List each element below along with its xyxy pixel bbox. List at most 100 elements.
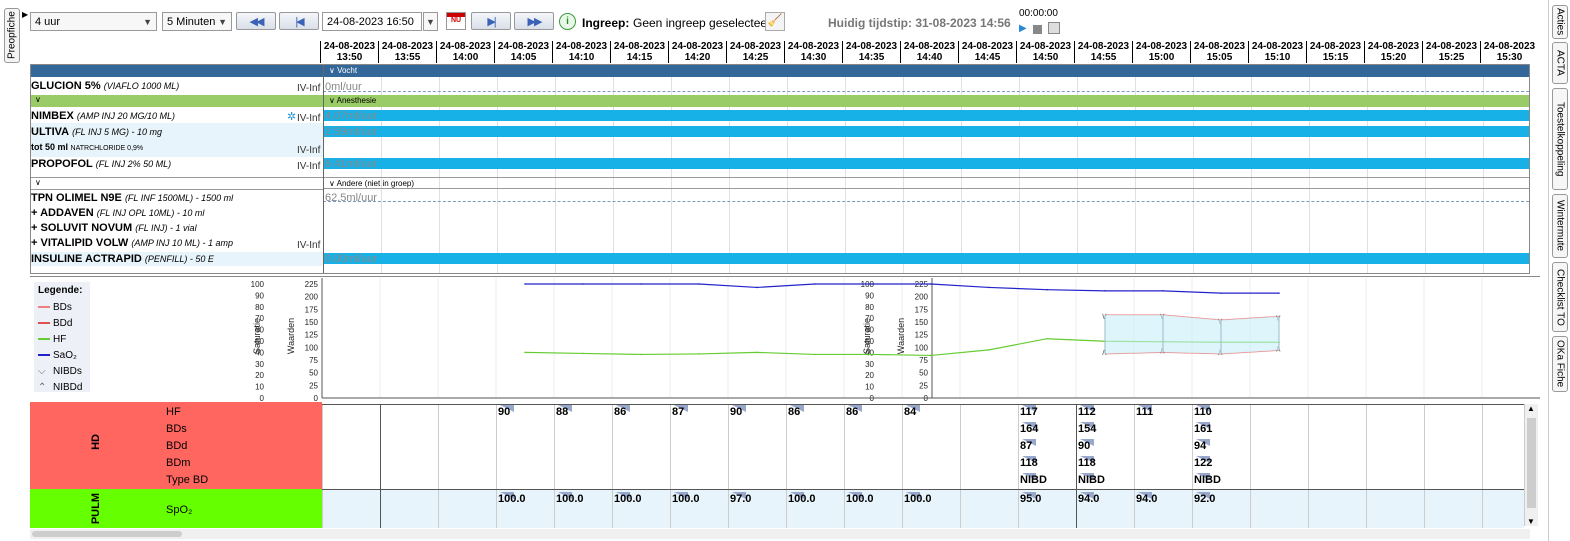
med-addaven[interactable]: + ADDAVEN (FL INJ OPL 10ML) - 10 ml (31, 207, 323, 219)
time-column-header[interactable]: 24-08-2023 14:10 (552, 41, 610, 63)
med-nimbex[interactable]: NIMBEX (AMP INJ 20 MG/10 ML) (31, 110, 323, 122)
table-cell[interactable]: 111 (1136, 406, 1153, 418)
table-cell[interactable]: 118 (1078, 457, 1096, 469)
time-column-header[interactable]: 24-08-2023 14:30 (784, 41, 842, 63)
table-cell[interactable]: 88 (556, 406, 568, 418)
group-header-andere[interactable]: ∨ Andere (niet in groep) (323, 177, 1529, 189)
table-cell[interactable]: NIBD (1020, 474, 1047, 486)
table-cell[interactable]: 164 (1020, 423, 1038, 435)
datetime-dropdown[interactable]: ▼ (423, 12, 438, 31)
med-insuline[interactable]: INSULINE ACTRAPID (PENFILL) - 50 E (31, 253, 323, 265)
time-column-header[interactable]: 24-08-2023 14:45 (958, 41, 1016, 63)
right-tab[interactable]: Wintermute (1552, 194, 1568, 258)
time-column-header[interactable]: 24-08-2023 15:10 (1248, 41, 1306, 63)
first-button[interactable]: |◀ (279, 12, 319, 30)
time-column-header[interactable]: 24-08-2023 14:20 (668, 41, 726, 63)
group-header-anesthesie[interactable]: ∨ Anesthesie (323, 95, 1529, 107)
table-cell[interactable]: 100.0 (672, 493, 700, 505)
time-column-header[interactable]: 24-08-2023 14:25 (726, 41, 784, 63)
table-cell[interactable]: 94 (1194, 440, 1206, 452)
time-column-header[interactable]: 24-08-2023 14:40 (900, 41, 958, 63)
med-vitalipid[interactable]: + VITALIPID VOLW (AMP INJ 10 ML) - 1 amp (31, 237, 323, 249)
right-tab[interactable]: Checklist TO (1552, 262, 1568, 332)
datetime-input[interactable]: 24-08-2023 16:50 (322, 12, 422, 31)
time-column-header[interactable]: 24-08-2023 14:50 (1016, 41, 1074, 63)
horizontal-scrollbar[interactable] (30, 529, 1530, 539)
last-button[interactable]: ▶| (471, 12, 511, 30)
rewind-button[interactable]: ◀◀ (236, 12, 276, 30)
table-cell[interactable]: 87 (672, 406, 684, 418)
right-tab[interactable]: Acties (1552, 5, 1568, 39)
table-cell[interactable]: 84 (904, 406, 916, 418)
time-column-header[interactable]: 24-08-2023 14:00 (436, 41, 494, 63)
table-cell[interactable]: 95.0 (1020, 493, 1041, 505)
medication-panel: ∨ Vocht GLUCION 5% (VIAFLO 1000 ML) IV-I… (30, 64, 1530, 274)
info-icon[interactable]: i (559, 13, 576, 30)
right-tab[interactable]: Toestelkoppeling (1552, 88, 1568, 190)
table-cell[interactable]: NIBD (1078, 474, 1105, 486)
right-tab[interactable]: OKa Fiche (1552, 336, 1568, 392)
time-column-header[interactable]: 24-08-2023 13:50 (320, 41, 378, 63)
table-cell[interactable]: 118 (1020, 457, 1038, 469)
table-cell[interactable]: 90 (730, 406, 742, 418)
time-column-header[interactable]: 24-08-2023 15:00 (1132, 41, 1190, 63)
time-column-header[interactable]: 24-08-2023 13:55 (378, 41, 436, 63)
table-cell[interactable]: 100.0 (614, 493, 642, 505)
table-cell[interactable]: 87 (1020, 440, 1032, 452)
scrollbar-thumb[interactable] (1527, 418, 1536, 508)
table-cell[interactable]: 100.0 (846, 493, 874, 505)
table-cell[interactable]: 100.0 (788, 493, 816, 505)
table-cell[interactable]: 117 (1020, 406, 1038, 418)
play-icon[interactable]: ▶ (1019, 23, 1027, 34)
time-column-header[interactable]: 24-08-2023 14:55 (1074, 41, 1132, 63)
table-cell[interactable]: 92.0 (1194, 493, 1215, 505)
table-cell[interactable]: 86 (788, 406, 800, 418)
chevron-down-icon[interactable]: ▼ (1527, 517, 1535, 526)
table-cell[interactable]: 154 (1078, 423, 1096, 435)
table-cell[interactable]: 100.0 (498, 493, 526, 505)
stop-icon[interactable] (1033, 25, 1042, 34)
time-column-header[interactable]: 24-08-2023 15:15 (1306, 41, 1364, 63)
table-cell[interactable]: 94.0 (1078, 493, 1099, 505)
table-cell[interactable]: 112 (1078, 406, 1096, 418)
group-header-anesthesie-left[interactable]: ∨ (31, 95, 323, 107)
time-column-header[interactable]: 24-08-2023 15:20 (1364, 41, 1422, 63)
tab-preopfiche[interactable]: Preopfiche (4, 8, 20, 63)
collapse-left-icon[interactable]: ▶ (22, 10, 28, 19)
med-glucion[interactable]: GLUCION 5% (VIAFLO 1000 ML) (31, 80, 323, 92)
med-propofol[interactable]: PROPOFOL (FL INJ 2% 50 ML) (31, 158, 323, 170)
range-select[interactable]: 4 uur ▼ (30, 12, 157, 31)
med-soluvit[interactable]: + SOLUVIT NOVUM (FL INJ) - 1 vial (31, 222, 323, 234)
time-column-header[interactable]: 24-08-2023 15:30 (1480, 41, 1538, 63)
fast-forward-button[interactable]: ▶▶ (514, 12, 554, 30)
interval-select[interactable]: 5 Minuten ▼ (162, 12, 232, 31)
table-cell[interactable]: NIBD (1194, 474, 1221, 486)
table-cell[interactable]: 86 (846, 406, 858, 418)
med-tpn[interactable]: TPN OLIMEL N9E (FL INF 1500ML) - 1500 ml (31, 192, 323, 204)
table-cell[interactable]: 161 (1194, 423, 1212, 435)
right-tab[interactable]: ACTA (1552, 42, 1568, 84)
group-header-vocht[interactable]: ∨ Vocht (323, 65, 1529, 77)
med-ultiva[interactable]: ULTIVA (FL INJ 5 MG) - 10 mg (31, 126, 323, 138)
time-column-header[interactable]: 24-08-2023 14:35 (842, 41, 900, 63)
time-column-header[interactable]: 24-08-2023 14:05 (494, 41, 552, 63)
group-header-andere-left[interactable]: ∨ (31, 177, 323, 190)
table-cell[interactable]: 86 (614, 406, 626, 418)
chevron-up-icon[interactable]: ▲ (1527, 404, 1535, 413)
table-cell[interactable]: 100.0 (556, 493, 584, 505)
table-cell[interactable]: 122 (1194, 457, 1212, 469)
time-column-header[interactable]: 24-08-2023 15:25 (1422, 41, 1480, 63)
nu-button[interactable]: NU (446, 12, 466, 30)
broom-icon[interactable]: 🧹 (765, 12, 785, 31)
notes-icon[interactable] (1048, 22, 1060, 34)
table-cell[interactable]: 110 (1194, 406, 1212, 418)
time-column-header[interactable]: 24-08-2023 15:05 (1190, 41, 1248, 63)
table-cell[interactable]: 94.0 (1136, 493, 1157, 505)
table-cell[interactable]: 90 (1078, 440, 1090, 452)
vertical-scrollbar[interactable]: ▲ ▼ (1524, 404, 1538, 526)
scrollbar-thumb[interactable] (32, 531, 182, 537)
time-column-header[interactable]: 24-08-2023 14:15 (610, 41, 668, 63)
table-cell[interactable]: 100.0 (904, 493, 932, 505)
table-cell[interactable]: 90 (498, 406, 510, 418)
table-cell[interactable]: 97.0 (730, 493, 751, 505)
